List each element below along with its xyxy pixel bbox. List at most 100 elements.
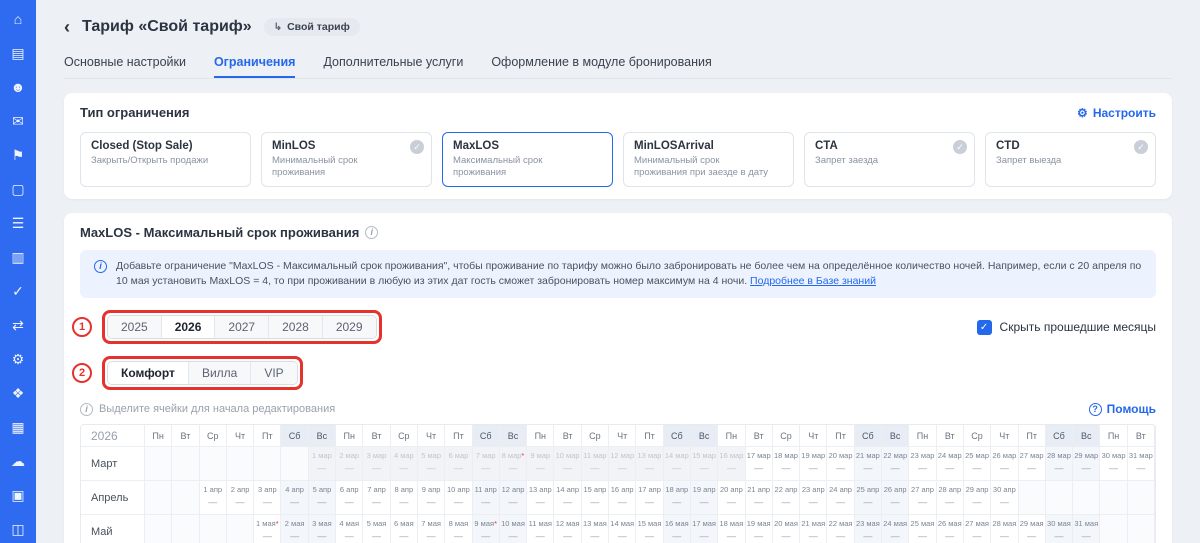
restriction-card-CTD[interactable]: CTDЗапрет выезда✓: [985, 132, 1156, 187]
calendar-day-cell[interactable]: 18 мар—: [773, 447, 800, 481]
knowledge-base-link[interactable]: Подробнее в Базе знаний: [750, 275, 876, 287]
calendar-day-cell[interactable]: 6 мар—: [445, 447, 472, 481]
calendar-day-cell[interactable]: 5 мая—: [363, 515, 390, 543]
calendar-day-cell[interactable]: 3 мая—: [309, 515, 336, 543]
calendar-day-cell[interactable]: 28 мар—: [1046, 447, 1073, 481]
calendar-day-cell[interactable]: 17 апр—: [636, 481, 663, 515]
services-icon[interactable]: ❖: [7, 382, 29, 404]
calendar-day-cell[interactable]: 17 мар—: [746, 447, 773, 481]
hide-past-months-toggle[interactable]: ✓ Скрыть прошедшие месяцы: [977, 320, 1156, 335]
calendar-day-cell[interactable]: 20 мая—: [773, 515, 800, 543]
bookings-icon[interactable]: ☰: [7, 212, 29, 234]
calendar-day-cell[interactable]: 1 апр—: [200, 481, 227, 515]
calendar-day-cell[interactable]: 12 апр—: [500, 481, 527, 515]
restriction-card-MinLOS[interactable]: MinLOSМинимальный срок проживания✓: [261, 132, 432, 187]
calendar-day-cell[interactable]: 27 апр—: [909, 481, 936, 515]
calendar-day-cell[interactable]: 16 апр—: [609, 481, 636, 515]
calendar-day-cell[interactable]: 31 мар—: [1128, 447, 1155, 481]
tab-Основные настройки[interactable]: Основные настройки: [64, 48, 186, 78]
calendar-day-cell[interactable]: 4 апр—: [281, 481, 308, 515]
calendar-day-cell[interactable]: 24 мар—: [937, 447, 964, 481]
calendar-day-cell[interactable]: 15 мая—: [636, 515, 663, 543]
calendar-day-cell[interactable]: 5 мар—: [418, 447, 445, 481]
calendar-day-cell[interactable]: 9 мар—: [527, 447, 554, 481]
calendar-day-cell[interactable]: 29 мая—: [1019, 515, 1046, 543]
tasks-icon[interactable]: ✓: [7, 280, 29, 302]
calendar-day-cell[interactable]: 28 мая—: [991, 515, 1018, 543]
settings-icon[interactable]: ⚙: [7, 348, 29, 370]
restriction-card-Closed (Stop Sale)[interactable]: Closed (Stop Sale)Закрыть/Открыть продаж…: [80, 132, 251, 187]
checkbox-checked-icon[interactable]: ✓: [977, 320, 992, 335]
calendar-day-cell[interactable]: 4 мар—: [391, 447, 418, 481]
calendar-day-cell[interactable]: 28 апр—: [937, 481, 964, 515]
apps-icon[interactable]: ◫: [7, 518, 29, 540]
configure-link[interactable]: ⚙ Настроить: [1077, 106, 1156, 120]
room-tab-Вилла[interactable]: Вилла: [189, 362, 251, 384]
calendar-day-cell[interactable]: 7 мая—: [418, 515, 445, 543]
calendar-day-cell[interactable]: 2 мар—: [336, 447, 363, 481]
briefcase-icon[interactable]: ▤: [7, 42, 29, 64]
calendar-day-cell[interactable]: 10 мар—: [554, 447, 581, 481]
year-tab-2028[interactable]: 2028: [269, 316, 323, 338]
room-tab-Комфорт[interactable]: Комфорт: [108, 362, 189, 384]
calendar-day-cell[interactable]: 27 мар—: [1019, 447, 1046, 481]
calendar-day-cell[interactable]: 7 мар—: [473, 447, 500, 481]
analytics-icon[interactable]: ▥: [7, 246, 29, 268]
calendar-day-cell[interactable]: 11 мар—: [582, 447, 609, 481]
calendar-day-cell[interactable]: 17 мая—: [691, 515, 718, 543]
calendar-day-cell[interactable]: 7 апр—: [363, 481, 390, 515]
calendar-day-cell[interactable]: 23 мая—: [855, 515, 882, 543]
calendar-day-cell[interactable]: 26 мар—: [991, 447, 1018, 481]
calendar-day-cell[interactable]: 26 мая—: [937, 515, 964, 543]
calendar-day-cell[interactable]: 9 мая*—: [473, 515, 500, 543]
calendar-day-cell[interactable]: 25 мая—: [909, 515, 936, 543]
calendar-day-cell[interactable]: 8 апр—: [391, 481, 418, 515]
calendar-day-cell[interactable]: 25 мар—: [964, 447, 991, 481]
documents-icon[interactable]: ▢: [7, 178, 29, 200]
calendar-day-cell[interactable]: 11 апр—: [473, 481, 500, 515]
tags-icon[interactable]: ⚑: [7, 144, 29, 166]
calendar-day-cell[interactable]: 15 мар—: [691, 447, 718, 481]
calendar-day-cell[interactable]: 14 мар—: [664, 447, 691, 481]
calendar-day-cell[interactable]: 19 апр—: [691, 481, 718, 515]
calendar-day-cell[interactable]: 1 мая*—: [254, 515, 281, 543]
calendar-day-cell[interactable]: 29 апр—: [964, 481, 991, 515]
year-tab-2025[interactable]: 2025: [108, 316, 162, 338]
calendar-day-cell[interactable]: 10 апр—: [445, 481, 472, 515]
calendar-day-cell[interactable]: 21 мар—: [855, 447, 882, 481]
year-tab-2026[interactable]: 2026: [162, 316, 216, 338]
year-tab-2027[interactable]: 2027: [215, 316, 269, 338]
calendar-day-cell[interactable]: 10 мая—: [500, 515, 527, 543]
calendar-day-cell[interactable]: 23 мар—: [909, 447, 936, 481]
calendar-day-cell[interactable]: 1 мар—: [309, 447, 336, 481]
calendar-day-cell[interactable]: 19 мая—: [746, 515, 773, 543]
year-tab-2029[interactable]: 2029: [323, 316, 376, 338]
calendar-day-cell[interactable]: 9 апр—: [418, 481, 445, 515]
calendar-day-cell[interactable]: 22 мар—: [882, 447, 909, 481]
calendar-day-cell[interactable]: 18 мая—: [718, 515, 745, 543]
calendar-day-cell[interactable]: 26 апр—: [882, 481, 909, 515]
calendar-day-cell[interactable]: 4 мая—: [336, 515, 363, 543]
hotel-icon[interactable]: ⌂: [7, 8, 29, 30]
calendar-day-cell[interactable]: 29 мар—: [1073, 447, 1100, 481]
calendar-day-cell[interactable]: 3 апр—: [254, 481, 281, 515]
calendar-day-cell[interactable]: 25 апр—: [855, 481, 882, 515]
calendar-day-cell[interactable]: 13 мая—: [582, 515, 609, 543]
calendar-day-cell[interactable]: 27 мая—: [964, 515, 991, 543]
channels-icon[interactable]: ⇄: [7, 314, 29, 336]
calendar-day-cell[interactable]: 20 мар—: [827, 447, 854, 481]
calendar-day-cell[interactable]: 8 мар*—: [500, 447, 527, 481]
tab-Оформление в модуле бронирования[interactable]: Оформление в модуле бронирования: [491, 48, 711, 78]
calendar-day-cell[interactable]: 2 мая—: [281, 515, 308, 543]
tab-Ограничения[interactable]: Ограничения: [214, 48, 296, 78]
calendar-day-cell[interactable]: 30 мар—: [1100, 447, 1127, 481]
calendar-day-cell[interactable]: 21 мая—: [800, 515, 827, 543]
guests-icon[interactable]: ☻: [7, 76, 29, 98]
calendar-day-cell[interactable]: 18 апр—: [664, 481, 691, 515]
calendar-day-cell[interactable]: 12 мая—: [554, 515, 581, 543]
calendar-day-cell[interactable]: 6 мая—: [391, 515, 418, 543]
help-link[interactable]: ? Помощь: [1089, 402, 1156, 416]
calendar-day-cell[interactable]: 30 апр—: [991, 481, 1018, 515]
calendar-day-cell[interactable]: 24 апр—: [827, 481, 854, 515]
calendar-day-cell[interactable]: 3 мар—: [363, 447, 390, 481]
